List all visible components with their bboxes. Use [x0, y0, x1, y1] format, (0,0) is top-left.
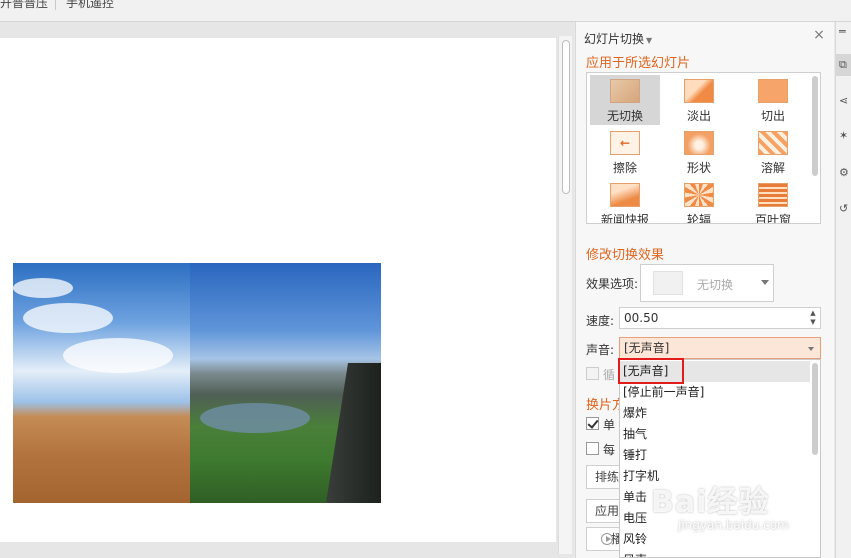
- canvas-vertical-scrollbar[interactable]: [558, 36, 572, 554]
- no-transition-icon: [610, 79, 640, 103]
- spinner-arrows-icon[interactable]: ▲ ▼: [809, 309, 817, 327]
- ribbon-bottom: 开普普压 手机遥控: [0, 0, 851, 22]
- transition-gallery: 无切换 淡出 切出 ← 擦除 形状 溶解 新闻快报 轮辐 百叶窗: [586, 72, 821, 224]
- sound-option[interactable]: 爆炸: [620, 403, 810, 424]
- loop-checkbox[interactable]: [586, 367, 599, 380]
- cut-icon: [758, 79, 788, 103]
- transition-item-cut[interactable]: 切出: [738, 75, 808, 125]
- transition-label: 淡出: [686, 109, 711, 123]
- section-modify-title: 修改切换效果: [586, 248, 665, 263]
- cliff-shape: [326, 363, 381, 503]
- menu-icon[interactable]: ═: [839, 26, 851, 38]
- sound-dropdown[interactable]: [无声音]: [619, 337, 821, 359]
- fade-icon: [684, 79, 714, 103]
- cloud-shape: [23, 303, 113, 333]
- transition-label: 轮辐: [686, 213, 711, 224]
- transition-label: 新闻快报: [600, 213, 649, 224]
- blinds-icon: [758, 183, 788, 207]
- speed-label: 速度:: [586, 314, 615, 328]
- history-icon[interactable]: ↺: [839, 203, 851, 215]
- effect-options-dropdown[interactable]: 无切换: [640, 264, 774, 302]
- share-icon[interactable]: ⋖: [839, 95, 851, 107]
- transition-label: 无切换: [606, 109, 643, 123]
- transition-item-none[interactable]: 无切换: [590, 75, 660, 125]
- slide-canvas[interactable]: [0, 38, 556, 542]
- transition-label: 溶解: [760, 161, 785, 175]
- slide-workarea: [0, 22, 574, 558]
- settings-icon[interactable]: ⚙: [839, 167, 851, 179]
- loop-label: 循: [603, 368, 616, 382]
- chevron-down-icon: ▼: [646, 36, 653, 45]
- cloud-shape: [13, 278, 73, 298]
- every-checkbox[interactable]: [586, 442, 599, 455]
- chevron-down-icon: [761, 280, 769, 285]
- sound-option-stop[interactable]: [停止前一声音]: [620, 382, 810, 403]
- transition-icon[interactable]: ⧉: [836, 54, 851, 76]
- transition-label: 切出: [760, 109, 785, 123]
- wipe-icon: ←: [610, 131, 640, 155]
- play-icon: [601, 533, 613, 545]
- sound-option[interactable]: 电压: [620, 508, 810, 529]
- slide-transition-pane: 幻灯片切换▼ × 应用于所选幻灯片 无切换 淡出 切出 ← 擦除 形状 溶解: [575, 22, 834, 558]
- photo-desert-half: [13, 263, 190, 503]
- sound-option[interactable]: 风铃: [620, 529, 810, 550]
- sound-option[interactable]: 单击: [620, 487, 810, 508]
- newsflash-icon: [610, 183, 640, 207]
- transition-item-fade[interactable]: 淡出: [664, 75, 734, 125]
- transition-label: 擦除: [612, 161, 637, 175]
- tab-partial-1[interactable]: 开普普压: [0, 0, 48, 11]
- transition-item-blinds[interactable]: 百叶窗: [738, 179, 808, 224]
- dissolve-icon: [758, 131, 788, 155]
- animation-icon[interactable]: ✶: [839, 130, 851, 142]
- lake-shape: [200, 403, 310, 433]
- vertical-scroll-thumb[interactable]: [562, 40, 570, 194]
- every-label: 每: [603, 443, 616, 457]
- transition-item-wheel[interactable]: 轮辐: [664, 179, 734, 224]
- transition-item-dissolve[interactable]: 溶解: [738, 127, 808, 177]
- tab-phone-remote[interactable]: 手机遥控: [66, 0, 114, 11]
- transition-label: 百叶窗: [754, 213, 791, 224]
- transition-item-newsflash[interactable]: 新闻快报: [590, 179, 660, 224]
- on-click-label: 单: [603, 418, 616, 432]
- section-apply-title: 应用于所选幻灯片: [586, 56, 691, 71]
- tab-separator: [55, 0, 56, 10]
- effect-options-label: 效果选项:: [586, 277, 639, 291]
- transition-label: 形状: [686, 161, 711, 175]
- highlight-annotation: [618, 358, 684, 384]
- sound-option[interactable]: 抽气: [620, 424, 810, 445]
- sound-option[interactable]: 风声: [620, 550, 810, 557]
- shape-icon: [684, 131, 714, 155]
- side-icon-strip: ═ ⧉ ⋖ ✶ ⚙ ↺: [835, 22, 851, 558]
- sound-option[interactable]: 锤打: [620, 445, 810, 466]
- close-icon[interactable]: ×: [812, 28, 826, 42]
- sound-option[interactable]: 打字机: [620, 466, 810, 487]
- chevron-down-icon: [808, 347, 814, 351]
- sound-value: [无声音]: [624, 341, 670, 355]
- wheel-icon: [684, 183, 714, 207]
- on-click-checkbox[interactable]: [586, 417, 599, 430]
- transition-item-shape[interactable]: 形状: [664, 127, 734, 177]
- effect-options-value: 无切换: [697, 278, 734, 292]
- photo-mountain-half: [190, 263, 381, 503]
- speed-value: 00.50: [624, 311, 659, 325]
- dropdown-scrollbar[interactable]: [812, 363, 818, 455]
- slide-photo[interactable]: [13, 263, 381, 503]
- cloud-shape: [63, 338, 173, 373]
- effect-preview: [653, 271, 683, 295]
- speed-spinner[interactable]: 00.50 ▲ ▼: [619, 307, 821, 329]
- pane-title[interactable]: 幻灯片切换 ▼: [584, 30, 652, 47]
- transition-item-wipe[interactable]: ← 擦除: [590, 127, 660, 177]
- pane-title-text: 幻灯片切换: [584, 32, 645, 46]
- gallery-scrollbar[interactable]: [812, 76, 818, 176]
- sound-label: 声音:: [586, 343, 615, 357]
- sound-options-list: [无声音] [停止前一声音] 爆炸 抽气 锤打 打字机 单击 电压 风铃 风声: [619, 359, 821, 558]
